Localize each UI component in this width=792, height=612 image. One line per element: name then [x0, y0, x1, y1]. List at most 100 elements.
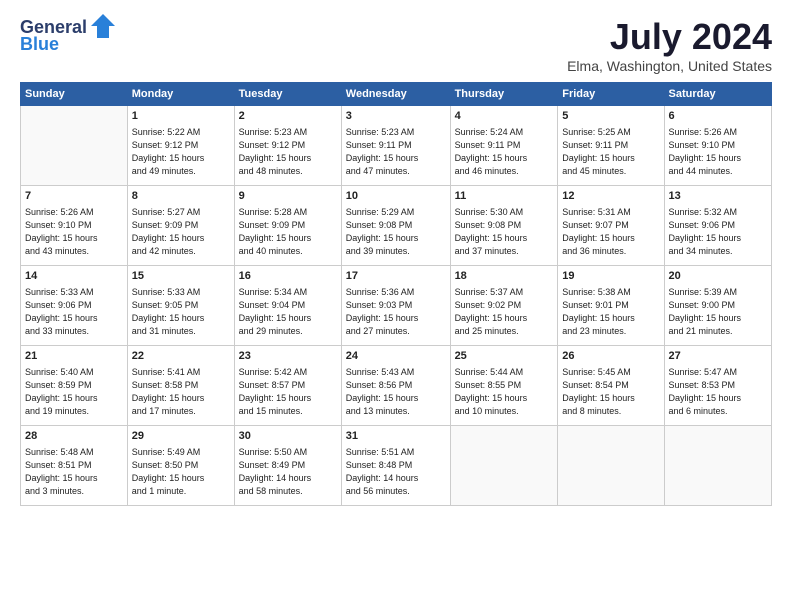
calendar-cell: 23Sunrise: 5:42 AM Sunset: 8:57 PM Dayli…	[234, 346, 341, 426]
calendar-cell: 7Sunrise: 5:26 AM Sunset: 9:10 PM Daylig…	[21, 186, 128, 266]
day-number: 16	[239, 269, 337, 285]
day-info: Sunrise: 5:38 AM Sunset: 9:01 PM Dayligh…	[562, 286, 659, 338]
day-info: Sunrise: 5:47 AM Sunset: 8:53 PM Dayligh…	[669, 366, 767, 418]
day-info: Sunrise: 5:45 AM Sunset: 8:54 PM Dayligh…	[562, 366, 659, 418]
day-info: Sunrise: 5:44 AM Sunset: 8:55 PM Dayligh…	[455, 366, 554, 418]
day-info: Sunrise: 5:23 AM Sunset: 9:11 PM Dayligh…	[346, 126, 446, 178]
day-number: 7	[25, 189, 123, 205]
day-number: 17	[346, 269, 446, 285]
calendar-cell: 26Sunrise: 5:45 AM Sunset: 8:54 PM Dayli…	[558, 346, 664, 426]
day-info: Sunrise: 5:29 AM Sunset: 9:08 PM Dayligh…	[346, 206, 446, 258]
title-block: July 2024 Elma, Washington, United State…	[567, 16, 772, 74]
day-info: Sunrise: 5:50 AM Sunset: 8:49 PM Dayligh…	[239, 446, 337, 498]
calendar-cell: 9Sunrise: 5:28 AM Sunset: 9:09 PM Daylig…	[234, 186, 341, 266]
day-number: 27	[669, 349, 767, 365]
day-number: 4	[455, 109, 554, 125]
day-info: Sunrise: 5:23 AM Sunset: 9:12 PM Dayligh…	[239, 126, 337, 178]
day-info: Sunrise: 5:25 AM Sunset: 9:11 PM Dayligh…	[562, 126, 659, 178]
calendar-week-row: 28Sunrise: 5:48 AM Sunset: 8:51 PM Dayli…	[21, 426, 772, 506]
header-tuesday: Tuesday	[234, 83, 341, 106]
calendar-week-row: 1Sunrise: 5:22 AM Sunset: 9:12 PM Daylig…	[21, 106, 772, 186]
day-info: Sunrise: 5:30 AM Sunset: 9:08 PM Dayligh…	[455, 206, 554, 258]
day-number: 26	[562, 349, 659, 365]
day-number: 12	[562, 189, 659, 205]
calendar-cell: 2Sunrise: 5:23 AM Sunset: 9:12 PM Daylig…	[234, 106, 341, 186]
calendar-cell	[21, 106, 128, 186]
calendar-cell: 10Sunrise: 5:29 AM Sunset: 9:08 PM Dayli…	[341, 186, 450, 266]
day-info: Sunrise: 5:24 AM Sunset: 9:11 PM Dayligh…	[455, 126, 554, 178]
day-number: 20	[669, 269, 767, 285]
day-number: 15	[132, 269, 230, 285]
day-number: 3	[346, 109, 446, 125]
day-number: 13	[669, 189, 767, 205]
calendar-cell: 20Sunrise: 5:39 AM Sunset: 9:00 PM Dayli…	[664, 266, 771, 346]
calendar-week-row: 14Sunrise: 5:33 AM Sunset: 9:06 PM Dayli…	[21, 266, 772, 346]
logo: General Blue	[20, 16, 117, 56]
header-sunday: Sunday	[21, 83, 128, 106]
calendar-header-row: SundayMondayTuesdayWednesdayThursdayFrid…	[21, 83, 772, 106]
day-number: 30	[239, 429, 337, 445]
calendar-cell: 30Sunrise: 5:50 AM Sunset: 8:49 PM Dayli…	[234, 426, 341, 506]
day-number: 19	[562, 269, 659, 285]
day-info: Sunrise: 5:28 AM Sunset: 9:09 PM Dayligh…	[239, 206, 337, 258]
calendar-cell: 16Sunrise: 5:34 AM Sunset: 9:04 PM Dayli…	[234, 266, 341, 346]
header-wednesday: Wednesday	[341, 83, 450, 106]
calendar-week-row: 21Sunrise: 5:40 AM Sunset: 8:59 PM Dayli…	[21, 346, 772, 426]
calendar-cell: 14Sunrise: 5:33 AM Sunset: 9:06 PM Dayli…	[21, 266, 128, 346]
calendar-cell: 8Sunrise: 5:27 AM Sunset: 9:09 PM Daylig…	[127, 186, 234, 266]
day-number: 9	[239, 189, 337, 205]
calendar-cell: 27Sunrise: 5:47 AM Sunset: 8:53 PM Dayli…	[664, 346, 771, 426]
location: Elma, Washington, United States	[567, 58, 772, 74]
day-info: Sunrise: 5:40 AM Sunset: 8:59 PM Dayligh…	[25, 366, 123, 418]
calendar-cell: 22Sunrise: 5:41 AM Sunset: 8:58 PM Dayli…	[127, 346, 234, 426]
day-info: Sunrise: 5:26 AM Sunset: 9:10 PM Dayligh…	[669, 126, 767, 178]
calendar-cell: 18Sunrise: 5:37 AM Sunset: 9:02 PM Dayli…	[450, 266, 558, 346]
day-info: Sunrise: 5:33 AM Sunset: 9:06 PM Dayligh…	[25, 286, 123, 338]
calendar-cell: 13Sunrise: 5:32 AM Sunset: 9:06 PM Dayli…	[664, 186, 771, 266]
calendar-cell: 4Sunrise: 5:24 AM Sunset: 9:11 PM Daylig…	[450, 106, 558, 186]
day-number: 29	[132, 429, 230, 445]
day-number: 28	[25, 429, 123, 445]
day-number: 5	[562, 109, 659, 125]
calendar-cell	[558, 426, 664, 506]
day-number: 21	[25, 349, 123, 365]
calendar-cell: 5Sunrise: 5:25 AM Sunset: 9:11 PM Daylig…	[558, 106, 664, 186]
day-info: Sunrise: 5:51 AM Sunset: 8:48 PM Dayligh…	[346, 446, 446, 498]
header-thursday: Thursday	[450, 83, 558, 106]
day-number: 6	[669, 109, 767, 125]
calendar-cell: 11Sunrise: 5:30 AM Sunset: 9:08 PM Dayli…	[450, 186, 558, 266]
calendar-cell: 29Sunrise: 5:49 AM Sunset: 8:50 PM Dayli…	[127, 426, 234, 506]
day-number: 10	[346, 189, 446, 205]
day-info: Sunrise: 5:49 AM Sunset: 8:50 PM Dayligh…	[132, 446, 230, 498]
calendar-cell	[664, 426, 771, 506]
day-number: 1	[132, 109, 230, 125]
calendar-cell: 31Sunrise: 5:51 AM Sunset: 8:48 PM Dayli…	[341, 426, 450, 506]
day-info: Sunrise: 5:42 AM Sunset: 8:57 PM Dayligh…	[239, 366, 337, 418]
day-number: 23	[239, 349, 337, 365]
day-number: 11	[455, 189, 554, 205]
day-number: 25	[455, 349, 554, 365]
day-number: 18	[455, 269, 554, 285]
day-info: Sunrise: 5:39 AM Sunset: 9:00 PM Dayligh…	[669, 286, 767, 338]
day-info: Sunrise: 5:34 AM Sunset: 9:04 PM Dayligh…	[239, 286, 337, 338]
day-info: Sunrise: 5:37 AM Sunset: 9:02 PM Dayligh…	[455, 286, 554, 338]
day-info: Sunrise: 5:31 AM Sunset: 9:07 PM Dayligh…	[562, 206, 659, 258]
month-title: July 2024	[567, 16, 772, 58]
header-saturday: Saturday	[664, 83, 771, 106]
day-number: 22	[132, 349, 230, 365]
calendar-cell: 1Sunrise: 5:22 AM Sunset: 9:12 PM Daylig…	[127, 106, 234, 186]
calendar-cell: 24Sunrise: 5:43 AM Sunset: 8:56 PM Dayli…	[341, 346, 450, 426]
day-info: Sunrise: 5:41 AM Sunset: 8:58 PM Dayligh…	[132, 366, 230, 418]
calendar-cell: 3Sunrise: 5:23 AM Sunset: 9:11 PM Daylig…	[341, 106, 450, 186]
header: General Blue July 2024 Elma, Washington,…	[20, 16, 772, 74]
day-info: Sunrise: 5:26 AM Sunset: 9:10 PM Dayligh…	[25, 206, 123, 258]
header-friday: Friday	[558, 83, 664, 106]
calendar-cell: 21Sunrise: 5:40 AM Sunset: 8:59 PM Dayli…	[21, 346, 128, 426]
calendar-cell: 28Sunrise: 5:48 AM Sunset: 8:51 PM Dayli…	[21, 426, 128, 506]
calendar-week-row: 7Sunrise: 5:26 AM Sunset: 9:10 PM Daylig…	[21, 186, 772, 266]
calendar-cell: 17Sunrise: 5:36 AM Sunset: 9:03 PM Dayli…	[341, 266, 450, 346]
calendar-cell: 15Sunrise: 5:33 AM Sunset: 9:05 PM Dayli…	[127, 266, 234, 346]
day-info: Sunrise: 5:22 AM Sunset: 9:12 PM Dayligh…	[132, 126, 230, 178]
calendar-table: SundayMondayTuesdayWednesdayThursdayFrid…	[20, 82, 772, 506]
day-info: Sunrise: 5:43 AM Sunset: 8:56 PM Dayligh…	[346, 366, 446, 418]
